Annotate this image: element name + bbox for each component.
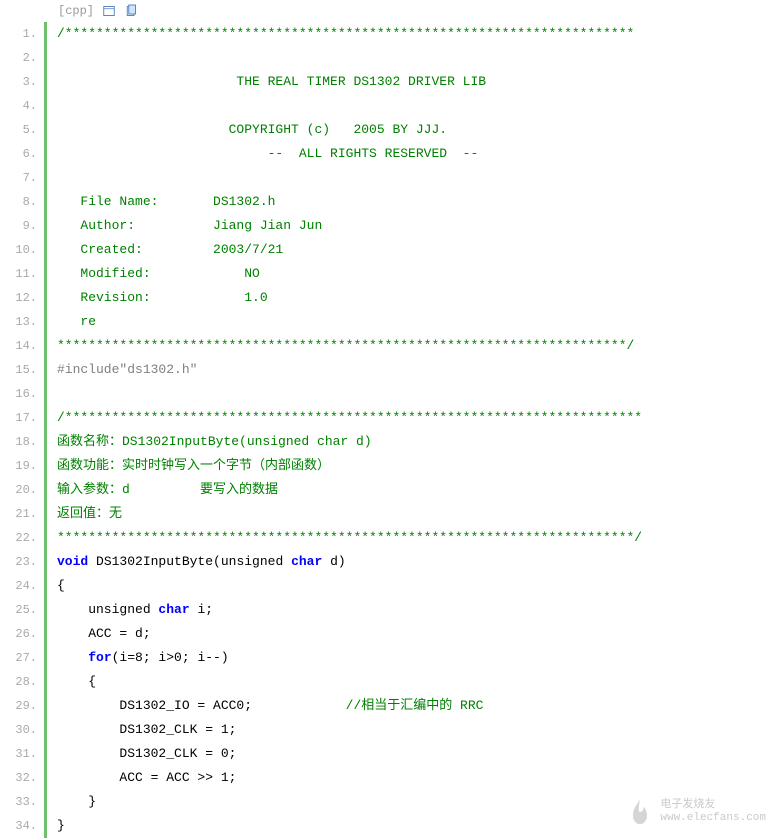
line-number: 16. [0, 382, 37, 406]
line-number: 21. [0, 502, 37, 526]
line-number: 13. [0, 310, 37, 334]
line-number: 6. [0, 142, 37, 166]
line-number: 9. [0, 214, 37, 238]
code-header: [cpp] [0, 0, 780, 22]
line-number: 1. [0, 22, 37, 46]
line-number: 31. [0, 742, 37, 766]
line-number: 11. [0, 262, 37, 286]
code-line: #include"ds1302.h" [57, 358, 780, 382]
line-number: 28. [0, 670, 37, 694]
code-line: Created: 2003/7/21 [57, 238, 780, 262]
code-line: re [57, 310, 780, 334]
code-block: 1.2.3.4.5.6.7.8.9.10.11.12.13.14.15.16.1… [0, 22, 780, 838]
line-number: 34. [0, 814, 37, 838]
code-area[interactable]: /***************************************… [44, 22, 780, 838]
language-tag: [cpp] [58, 4, 94, 18]
line-number: 33. [0, 790, 37, 814]
code-line: File Name: DS1302.h [57, 190, 780, 214]
line-number: 23. [0, 550, 37, 574]
line-number: 2. [0, 46, 37, 70]
view-plain-icon[interactable] [102, 4, 116, 18]
code-line: 输入参数：d 要写入的数据 [57, 478, 780, 502]
code-line: unsigned char i; [57, 598, 780, 622]
code-line: 返回值：无 [57, 502, 780, 526]
line-number: 14. [0, 334, 37, 358]
code-line: void DS1302InputByte(unsigned char d) [57, 550, 780, 574]
code-line: } [57, 790, 780, 814]
copy-icon[interactable] [124, 4, 138, 18]
code-line: COPYRIGHT (c) 2005 BY JJJ. [57, 118, 780, 142]
line-number: 3. [0, 70, 37, 94]
line-number: 22. [0, 526, 37, 550]
line-number: 8. [0, 190, 37, 214]
code-line: { [57, 574, 780, 598]
code-line [57, 166, 780, 190]
line-number: 30. [0, 718, 37, 742]
line-number: 5. [0, 118, 37, 142]
line-number: 26. [0, 622, 37, 646]
line-number: 17. [0, 406, 37, 430]
line-number: 18. [0, 430, 37, 454]
line-number: 20. [0, 478, 37, 502]
code-line: Author: Jiang Jian Jun [57, 214, 780, 238]
code-line: Modified: NO [57, 262, 780, 286]
code-line: /***************************************… [57, 22, 780, 46]
line-number: 19. [0, 454, 37, 478]
code-line: DS1302_IO = ACC0; //相当于汇编中的 RRC [57, 694, 780, 718]
code-line: } [57, 814, 780, 838]
code-line: ACC = d; [57, 622, 780, 646]
line-number: 27. [0, 646, 37, 670]
line-number: 12. [0, 286, 37, 310]
code-line [57, 382, 780, 406]
line-number-gutter: 1.2.3.4.5.6.7.8.9.10.11.12.13.14.15.16.1… [0, 22, 44, 838]
line-number: 24. [0, 574, 37, 598]
line-number: 32. [0, 766, 37, 790]
line-number: 7. [0, 166, 37, 190]
line-number: 15. [0, 358, 37, 382]
code-line: 函数名称：DS1302InputByte(unsigned char d) [57, 430, 780, 454]
code-line: ACC = ACC >> 1; [57, 766, 780, 790]
code-line: 函数功能：实时时钟写入一个字节（内部函数） [57, 454, 780, 478]
code-line: ****************************************… [57, 334, 780, 358]
code-line: ****************************************… [57, 526, 780, 550]
code-line: /***************************************… [57, 406, 780, 430]
line-number: 25. [0, 598, 37, 622]
code-line: -- ALL RIGHTS RESERVED -- [57, 142, 780, 166]
line-number: 10. [0, 238, 37, 262]
code-line [57, 46, 780, 70]
code-line [57, 94, 780, 118]
code-line: DS1302_CLK = 0; [57, 742, 780, 766]
code-line: Revision: 1.0 [57, 286, 780, 310]
line-number: 4. [0, 94, 37, 118]
code-line: { [57, 670, 780, 694]
code-line: for(i=8; i>0; i--) [57, 646, 780, 670]
code-line: THE REAL TIMER DS1302 DRIVER LIB [57, 70, 780, 94]
line-number: 29. [0, 694, 37, 718]
code-line: DS1302_CLK = 1; [57, 718, 780, 742]
